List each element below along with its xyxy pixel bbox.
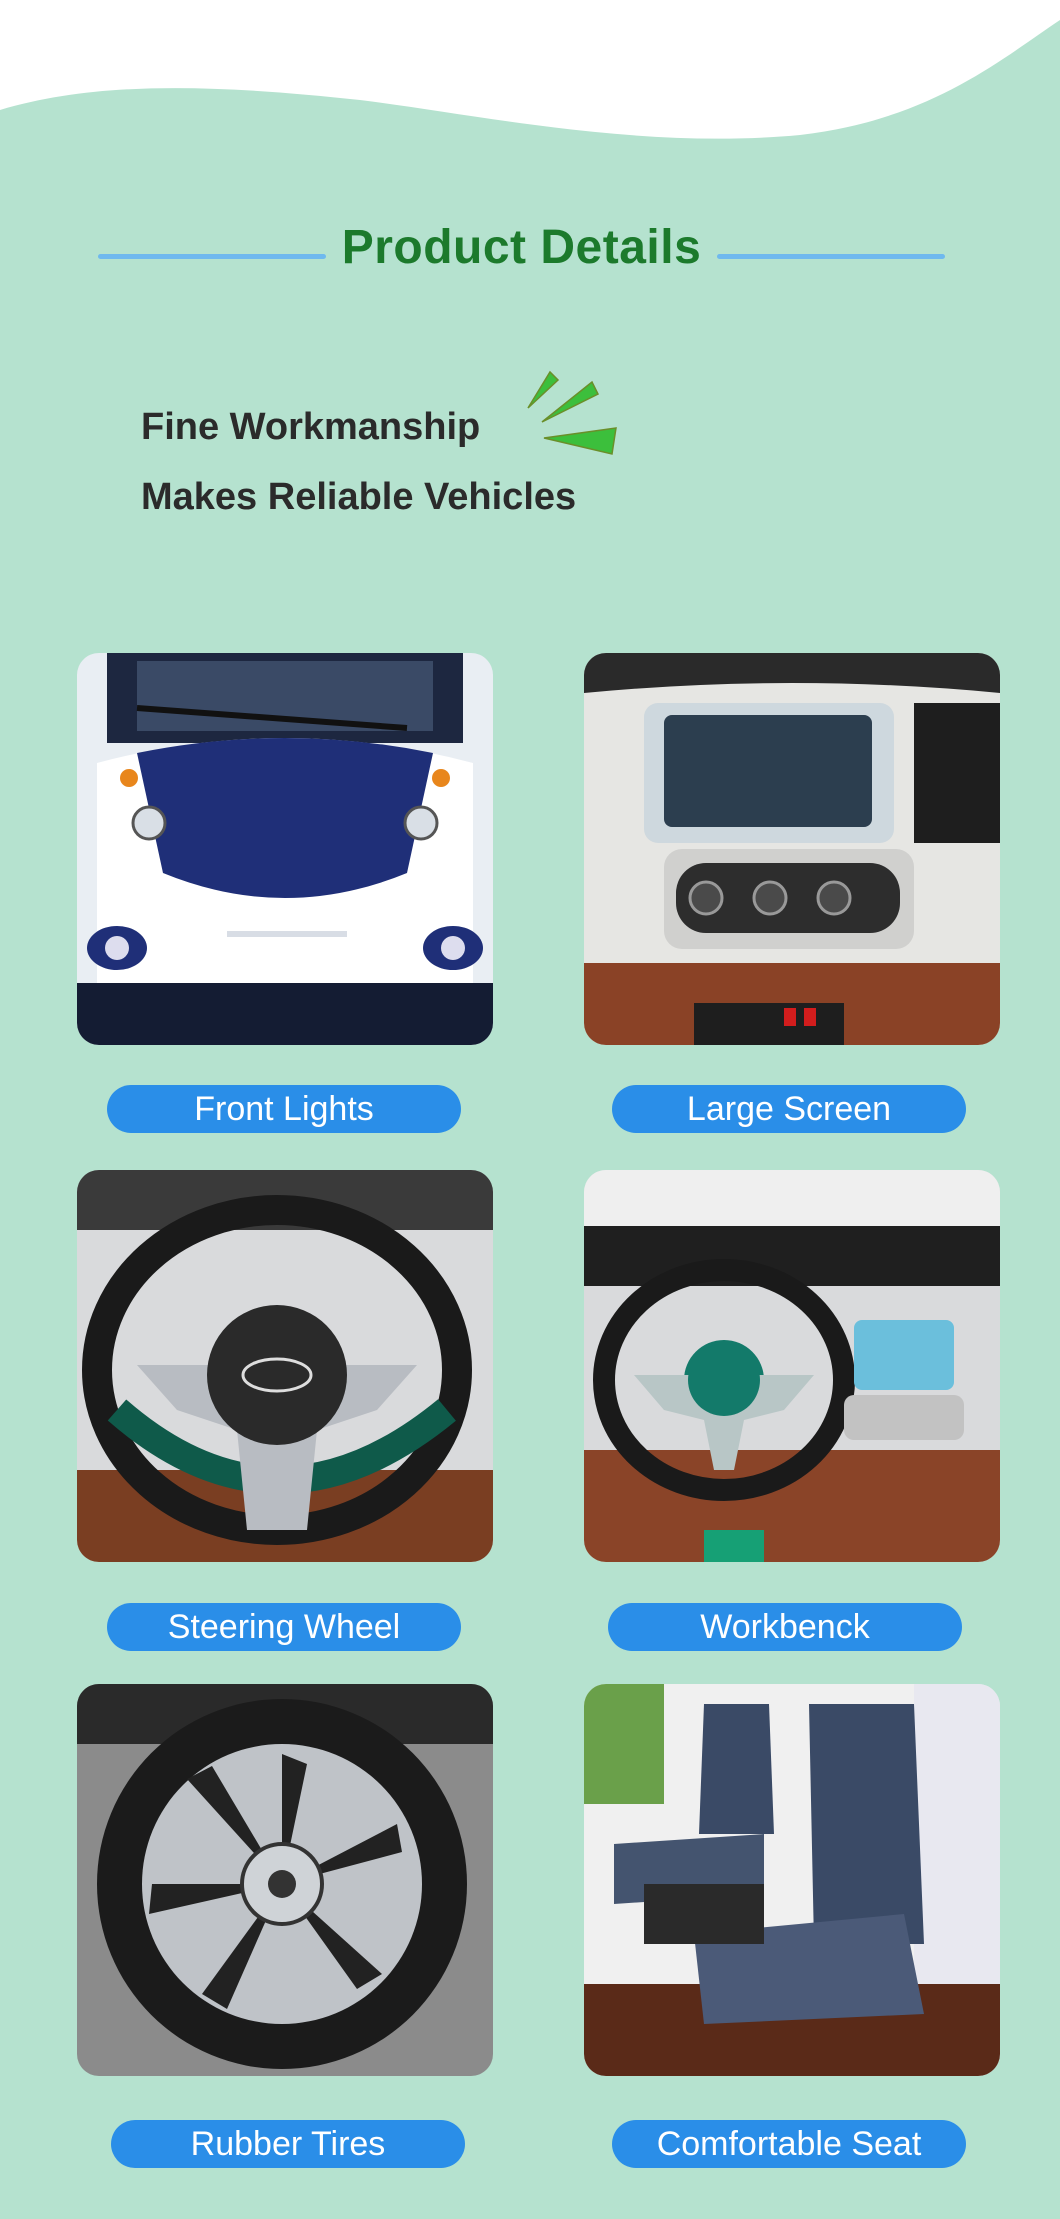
front-lights-photo <box>77 653 493 1045</box>
tagline-line-1: Fine Workmanship <box>141 406 481 448</box>
feature-label-large-screen: Large Screen <box>612 1085 966 1133</box>
top-wave-decoration <box>0 0 1060 139</box>
feature-label-workbench: Workbenck <box>608 1603 962 1651</box>
title-right-line <box>717 254 945 259</box>
feature-label-rubber-tires: Rubber Tires <box>111 2120 465 2168</box>
sparkle-burst-icon <box>527 370 617 455</box>
page-title: Product Details <box>341 221 702 274</box>
feature-label-steering-wheel: Steering Wheel <box>107 1603 461 1651</box>
comfortable-seat-photo <box>584 1684 1000 2076</box>
rubber-tires-photo <box>77 1684 493 2076</box>
section-title-row: Product Details <box>0 220 1060 280</box>
tagline-line-2: Makes Reliable Vehicles <box>141 476 577 518</box>
feature-label-front-lights: Front Lights <box>107 1085 461 1133</box>
workbench-photo <box>584 1170 1000 1562</box>
title-left-line <box>98 254 326 259</box>
large-screen-photo <box>584 653 1000 1045</box>
steering-wheel-photo <box>77 1170 493 1562</box>
feature-label-comfortable-seat: Comfortable Seat <box>612 2120 966 2168</box>
